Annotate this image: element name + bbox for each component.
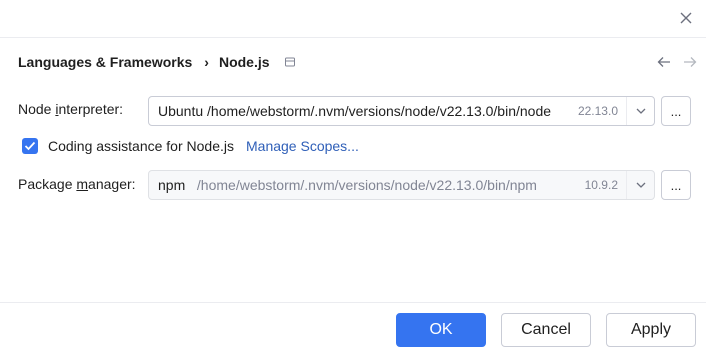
chevron-down-icon	[636, 108, 645, 114]
project-scope-icon	[284, 56, 296, 68]
chevron-down-icon	[636, 182, 645, 188]
arrow-right-icon	[684, 57, 697, 67]
package-manager-label-suffix: anager:	[88, 176, 136, 192]
breadcrumb: Languages & Frameworks › Node.js	[18, 52, 296, 72]
settings-dialog: Languages & Frameworks › Node.js Node in…	[0, 0, 706, 353]
close-icon	[680, 12, 692, 24]
package-manager-label-prefix: Package	[18, 176, 77, 192]
close-button[interactable]	[674, 6, 698, 30]
ok-button[interactable]: OK	[396, 313, 486, 347]
apply-button[interactable]: Apply	[606, 313, 696, 347]
interpreter-dropdown[interactable]	[626, 97, 654, 125]
breadcrumb-parent[interactable]: Languages & Frameworks	[18, 54, 192, 70]
checkmark-icon	[24, 141, 36, 151]
package-manager-label-mnemonic: m	[76, 176, 89, 192]
package-manager-select[interactable]: npm /home/webstorm/.nvm/versions/node/v2…	[148, 170, 655, 200]
forward-button[interactable]	[682, 54, 698, 70]
package-manager-version: 10.9.2	[584, 178, 618, 192]
cancel-button[interactable]: Cancel	[501, 313, 591, 347]
package-manager-path: /home/webstorm/.nvm/versions/node/v22.13…	[196, 177, 537, 193]
coding-assistance-row: Coding assistance for Node.js Manage Sco…	[22, 136, 359, 156]
package-manager-dropdown[interactable]	[626, 171, 654, 199]
breadcrumb-separator: ›	[204, 54, 209, 70]
arrow-left-icon	[657, 57, 670, 67]
navigation-arrows	[656, 54, 698, 70]
interpreter-browse-button[interactable]: ...	[661, 96, 691, 126]
manage-scopes-link[interactable]: Manage Scopes...	[246, 138, 359, 154]
interpreter-label-suffix: nterpreter:	[58, 101, 124, 117]
coding-assistance-label[interactable]: Coding assistance for Node.js	[48, 138, 234, 154]
package-manager-label: Package manager:	[18, 176, 136, 192]
page-title: Node.js	[218, 54, 270, 70]
interpreter-path: /home/webstorm/.nvm/versions/node/v22.13…	[207, 103, 552, 119]
package-manager-browse-button[interactable]: ...	[661, 170, 691, 200]
interpreter-version: 22.13.0	[577, 104, 618, 118]
package-manager-name: npm	[158, 177, 186, 193]
interpreter-label: Node interpreter:	[18, 101, 123, 117]
interpreter-distro: Ubuntu	[158, 103, 204, 119]
interpreter-label-prefix: Node	[18, 101, 56, 117]
interpreter-select[interactable]: Ubuntu /home/webstorm/.nvm/versions/node…	[148, 96, 655, 126]
back-button[interactable]	[656, 54, 672, 70]
dialog-footer: OK Cancel Apply	[0, 302, 706, 353]
coding-assistance-checkbox[interactable]	[22, 138, 38, 154]
dialog-title-bar	[0, 0, 706, 38]
